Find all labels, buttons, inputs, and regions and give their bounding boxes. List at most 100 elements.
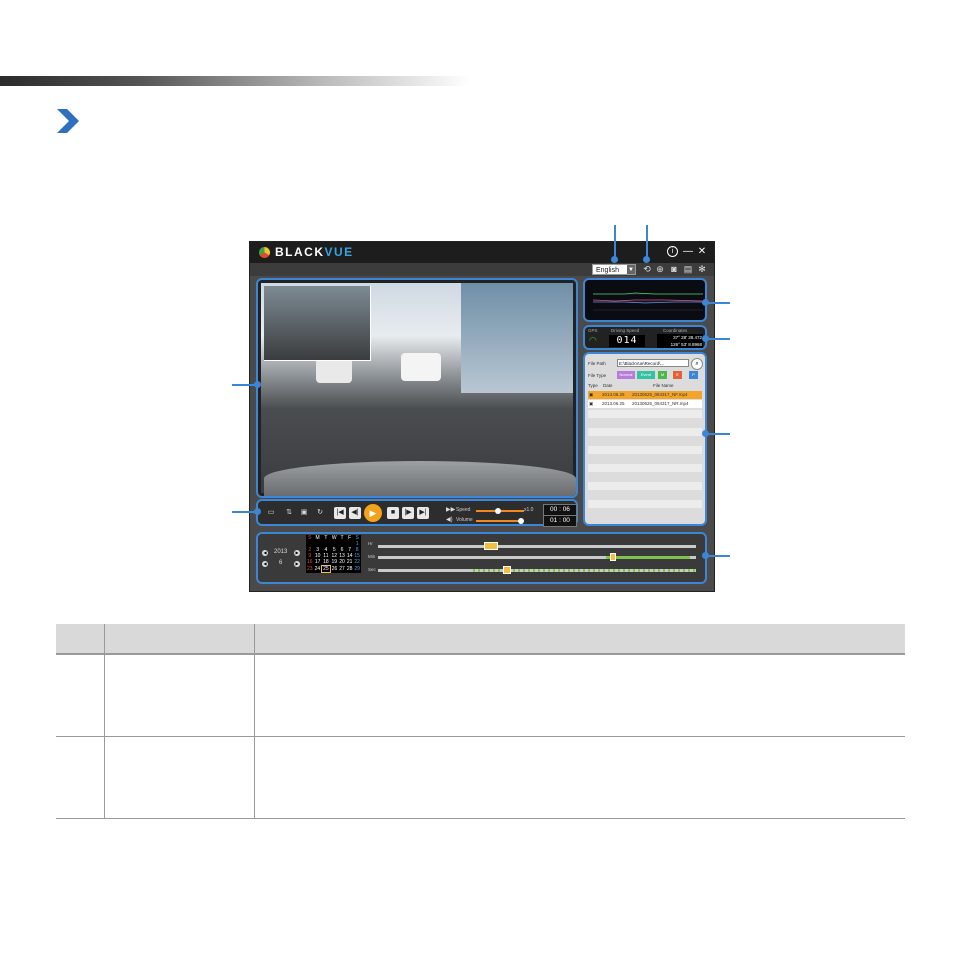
callout-line-language [614,225,616,260]
column-type: Type [588,383,598,388]
pip-icon[interactable]: ▣ [298,507,310,519]
volume-knob[interactable] [518,518,524,524]
hour-handle[interactable] [484,542,498,550]
chevron-down-icon: ▼ [627,265,635,274]
speed-knob[interactable] [495,508,501,514]
year-label: 2013 [274,549,288,555]
screen-icon[interactable]: ▭ [265,507,277,519]
refresh-icon[interactable]: ↻ [314,507,326,519]
speed-readout: 014 [609,335,645,347]
next-month-button[interactable]: ▶ [294,561,300,567]
settings-icon[interactable]: ✻ [697,264,707,274]
file-row[interactable]: ▣ 2013.06.25 20130625_084317_NF.mp4 [588,391,702,399]
rotate-icon[interactable]: ⇅ [283,507,295,519]
buildings [461,283,573,393]
empty-row [588,482,702,490]
calendar-day[interactable]: 20 [338,559,346,566]
callout-dot-video [254,381,261,388]
rear-camera-video[interactable] [264,286,371,361]
download-icon[interactable]: ⊕ [655,264,665,274]
empty-row [588,428,702,436]
callout-dot-speed [702,335,709,342]
file-date: 2013.06.25 [602,401,625,406]
video-file-icon: ▣ [589,401,594,406]
callout-dot-controls [254,508,261,515]
camera-icon[interactable]: ◙ [669,264,679,274]
step-back-button[interactable]: ◀| [349,507,361,519]
print-icon[interactable]: ▤ [683,264,693,274]
calendar-day[interactable]: 23 [306,566,314,573]
calendar-day[interactable]: 14 [346,553,354,559]
calendar-day[interactable]: 22 [353,559,361,566]
play-button[interactable]: ▶ [364,504,382,522]
calendar: SMTWTFS 1 2 3 4 5 6 7 8 9 10 11 12 13 14 15 16 17 18 19 20 2… [306,535,362,573]
calendar-day[interactable]: 13 [338,553,346,559]
filter-p-button[interactable]: P [689,371,698,379]
file-path-input[interactable]: E:\BlackVue\Record\... [617,359,689,367]
empty-row [588,446,702,454]
gps-label: GPS [588,328,598,333]
calendar-day[interactable]: 29 [353,566,361,573]
hour-track[interactable] [378,545,696,548]
speed-value: x1.0 [524,507,534,513]
info-button[interactable]: i [667,246,678,257]
minute-handle[interactable] [610,553,616,561]
car-ahead [401,353,441,381]
minimize-button[interactable]: — [682,246,694,258]
second-handle[interactable] [503,566,511,574]
table-header [56,624,905,655]
calendar-day[interactable]: 16 [306,559,314,566]
step-forward-button[interactable]: |▶ [402,507,414,519]
front-camera-video[interactable] [261,283,576,496]
file-date: 2013.06.25 [602,392,625,397]
column-file-name: File Name [653,383,674,388]
timeline-panel: ◀ 2013 ▶ ◀ 6 ▶ SMTWTFS 1 2 3 4 5 6 7 8 9 10 11 12 13… [256,532,707,584]
table-divider [254,624,255,819]
callout-dot-language [611,256,618,263]
callout-dot-toolbar [643,256,650,263]
header-gradient-bar [0,76,470,86]
gps-signal-icon: ◠ [589,335,597,345]
calendar-day[interactable]: 28 [346,566,354,573]
hour-label: Hr [368,541,373,546]
playback-controls: ▭ ⇅ ▣ ↻ |◀ ◀| ▶ ■ |▶ ▶| ▶▶ Speed x1.0 ◀)… [256,499,578,527]
prev-month-button[interactable]: ◀ [262,561,268,567]
total-time: 01 : 00 [543,515,577,527]
video-file-icon: ▣ [589,392,594,397]
next-year-button[interactable]: ▶ [294,550,300,556]
calendar-day[interactable]: 26 [330,566,338,573]
coordinates-readout: 37° 28' 38.472 126° 53' 8.8968 [657,334,703,348]
calendar-day[interactable]: 27 [338,566,346,573]
speed-icon: ▶▶ [446,507,456,513]
callout-line-toolbar [646,225,648,260]
calendar-day[interactable]: 21 [346,559,354,566]
file-row[interactable]: ▣ 2013.06.25 20130625_084317_NR.mp4 [588,400,702,408]
second-label: Sec [368,567,376,572]
calendar-day[interactable]: 18 [322,559,331,566]
file-list-panel: File Path E:\BlackVue\Record\... ⌕ File … [583,352,707,526]
month-label: 6 [279,560,283,566]
search-icon[interactable]: ⌕ [691,358,703,370]
latitude: 37° 28' 38.472 [673,335,702,340]
close-button[interactable]: ✕ [696,246,708,258]
filter-normal-button[interactable]: Normal [617,371,635,379]
language-select[interactable]: English ▼ [592,264,636,275]
skip-start-button[interactable]: |◀ [334,507,346,519]
calendar-day[interactable]: 24 [314,566,322,573]
volume-slider[interactable] [476,520,522,522]
longitude: 126° 53' 8.8968 [670,342,702,347]
filter-event-button[interactable]: Event [637,371,655,379]
prev-year-button[interactable]: ◀ [262,550,268,556]
filter-e-button[interactable]: E [673,371,682,379]
file-name: 20130625_084317_NF.mp4 [632,392,688,397]
volume-icon: ◀) [446,517,453,523]
chevron-right-icon [57,109,79,133]
stop-button[interactable]: ■ [387,507,399,519]
skip-end-button[interactable]: ▶| [417,507,429,519]
repeat-icon[interactable]: ⟲ [642,264,652,274]
empty-row [588,464,702,472]
calendar-day[interactable]: 15 [353,553,361,559]
callout-dot-filelist [702,430,709,437]
calendar-day[interactable]: 25 [321,565,331,573]
filter-m-button[interactable]: M [658,371,667,379]
